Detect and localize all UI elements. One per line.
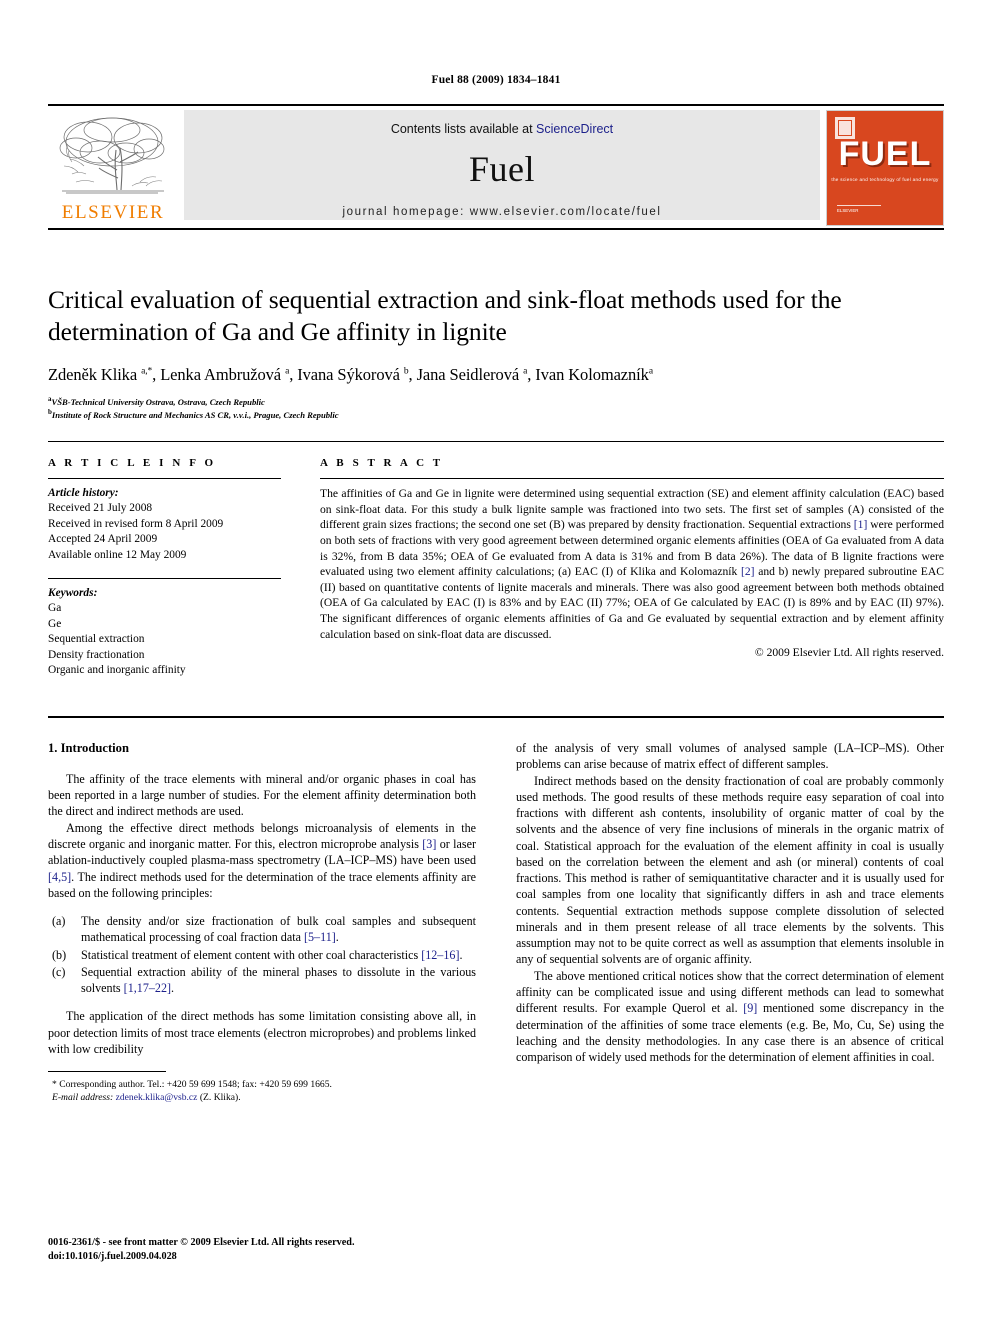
doi-line: doi:10.1016/j.fuel.2009.04.028 bbox=[48, 1251, 177, 1263]
keyword-item: Ga bbox=[48, 602, 62, 615]
cover-footer: ELSEVIER bbox=[837, 205, 881, 215]
article-info-heading: A R T I C L E I N F O bbox=[48, 457, 217, 469]
list-item-marker: (a) bbox=[52, 914, 66, 929]
list-item-text: The density and/or size fractionation of… bbox=[81, 914, 476, 945]
info-abstract-row: A R T I C L E I N F O Article history: R… bbox=[48, 457, 944, 678]
email-note: E-mail address: zdenek.klika@vsb.cz (Z. … bbox=[48, 1091, 476, 1104]
abstract-copyright: © 2009 Elsevier Ltd. All rights reserved… bbox=[754, 646, 944, 660]
abstract-divider bbox=[320, 478, 944, 479]
affiliation-item: aVŠB-Technical University Ostrava, Ostra… bbox=[48, 395, 944, 408]
affiliation-list: aVŠB-Technical University Ostrava, Ostra… bbox=[48, 395, 944, 421]
cover-subtitle: the science and technology of fuel and e… bbox=[831, 177, 939, 182]
article-history-label: Article history: bbox=[48, 487, 119, 499]
email-suffix: (Z. Klika). bbox=[199, 1092, 241, 1104]
affiliation-text: VŠB-Technical University Ostrava, Ostrav… bbox=[51, 397, 265, 408]
abstract-heading: A B S T R A C T bbox=[320, 457, 444, 469]
list-item: (b) Statistical treatment of element con… bbox=[52, 947, 476, 963]
body-column-left: 1. Introduction The affinity of the trac… bbox=[48, 740, 476, 1105]
journal-title: Fuel bbox=[468, 149, 535, 189]
elsevier-logo: ELSEVIER bbox=[48, 110, 178, 226]
keywords-group: Keywords: Ga Ge Sequential extraction De… bbox=[48, 586, 281, 678]
elsevier-tree-icon bbox=[59, 117, 165, 194]
principles-list: (a) The density and/or size fractionatio… bbox=[48, 913, 476, 996]
article-history-item: Received in revised form 8 April 2009 bbox=[48, 517, 224, 530]
journal-banner: Contents lists available at ScienceDirec… bbox=[184, 110, 820, 220]
list-item: (a) The density and/or size fractionatio… bbox=[52, 913, 476, 946]
journal-homepage-link[interactable]: journal homepage: www.elsevier.com/locat… bbox=[342, 206, 661, 218]
elsevier-wordmark: ELSEVIER bbox=[61, 202, 165, 223]
abstract-column: A B S T R A C T The affinities of Ga and… bbox=[320, 457, 944, 678]
body-paragraph: Among the effective direct methods belon… bbox=[48, 820, 476, 900]
page-footer: 0016-2361/$ - see front matter © 2009 El… bbox=[48, 1236, 478, 1264]
body-column-right: of the analysis of very small volumes of… bbox=[516, 740, 944, 1105]
affiliation-text: Institute of Rock Structure and Mechanic… bbox=[51, 410, 339, 421]
body-paragraph: Indirect methods based on the density fr… bbox=[516, 773, 944, 967]
list-item-text: Statistical treatment of element content… bbox=[81, 947, 463, 962]
article-page: Fuel 88 (2009) 1834–1841 ELSEVIER Conten… bbox=[0, 0, 992, 1323]
article-info-divider bbox=[48, 478, 281, 479]
issn-line: 0016-2361/$ - see front matter © 2009 El… bbox=[48, 1237, 355, 1248]
title-block: Critical evaluation of sequential extrac… bbox=[48, 284, 944, 421]
body-paragraph: The application of the direct methods ha… bbox=[48, 1009, 476, 1056]
abstract-text: The affinities of Ga and Ge in lignite w… bbox=[320, 487, 945, 641]
list-item-text: Sequential extraction ability of the min… bbox=[81, 964, 476, 996]
article-history-group: Article history: Received 21 July 2008 R… bbox=[48, 486, 281, 563]
keyword-item: Organic and inorganic affinity bbox=[48, 663, 186, 676]
corresponding-author-text: Corresponding author. Tel.: +420 59 699 … bbox=[59, 1079, 332, 1091]
list-item-marker: (c) bbox=[52, 964, 66, 979]
article-history-item: Received 21 July 2008 bbox=[48, 502, 153, 515]
page-title: Critical evaluation of sequential extrac… bbox=[48, 285, 842, 347]
list-item: (c) Sequential extraction ability of the… bbox=[52, 964, 476, 997]
article-info-column: A R T I C L E I N F O Article history: R… bbox=[48, 457, 281, 678]
article-history-item: Available online 12 May 2009 bbox=[48, 548, 187, 561]
journal-masthead: ELSEVIER Contents lists available at Sci… bbox=[48, 104, 944, 226]
author-list: Zdeněk Klika a,*, Lenka Ambružová a, Iva… bbox=[48, 365, 653, 385]
footnote-marker: * bbox=[52, 1079, 57, 1091]
article-history-item: Accepted 24 April 2009 bbox=[48, 533, 158, 546]
keyword-item: Sequential extraction bbox=[48, 633, 145, 646]
masthead-bottom-divider bbox=[48, 228, 944, 230]
running-head: Fuel 88 (2009) 1834–1841 bbox=[431, 74, 561, 86]
keyword-item: Ge bbox=[48, 617, 62, 630]
keywords-divider bbox=[48, 577, 281, 579]
body-paragraph: The above mentioned critical notices sho… bbox=[516, 968, 944, 1065]
keyword-item: Density fractionation bbox=[48, 648, 145, 661]
list-item-marker: (b) bbox=[52, 947, 67, 962]
contents-prefix: Contents lists available at bbox=[390, 122, 533, 136]
keywords-label: Keywords: bbox=[48, 586, 98, 599]
sciencedirect-link[interactable]: ScienceDirect bbox=[536, 122, 613, 136]
affiliation-item: bInstitute of Rock Structure and Mechani… bbox=[48, 408, 944, 421]
footnote-block: * Corresponding author. Tel.: +420 59 69… bbox=[48, 1071, 476, 1104]
body-paragraph: The affinity of the trace elements with … bbox=[48, 771, 476, 819]
cover-title: FUEL bbox=[838, 135, 932, 173]
body-column-gap bbox=[476, 740, 516, 1105]
footnote-divider bbox=[48, 1071, 166, 1073]
body-columns: 1. Introduction The affinity of the trac… bbox=[48, 740, 944, 1105]
contents-available-line: Contents lists available at ScienceDirec… bbox=[391, 122, 613, 136]
cover-footer-text: ELSEVIER bbox=[837, 208, 859, 214]
column-gap bbox=[281, 457, 320, 678]
email-link[interactable]: zdenek.klika@vsb.cz bbox=[116, 1092, 198, 1103]
journal-cover-thumbnail: FUEL the science and technology of fuel … bbox=[826, 110, 944, 226]
corresponding-author-note: * Corresponding author. Tel.: +420 59 69… bbox=[48, 1078, 476, 1091]
body-paragraph: of the analysis of very small volumes of… bbox=[516, 741, 944, 772]
abstract-bottom-divider bbox=[48, 716, 944, 718]
title-bottom-divider bbox=[48, 441, 944, 442]
section-heading-introduction: 1. Introduction bbox=[48, 741, 129, 755]
email-label: E-mail address: bbox=[52, 1092, 114, 1104]
